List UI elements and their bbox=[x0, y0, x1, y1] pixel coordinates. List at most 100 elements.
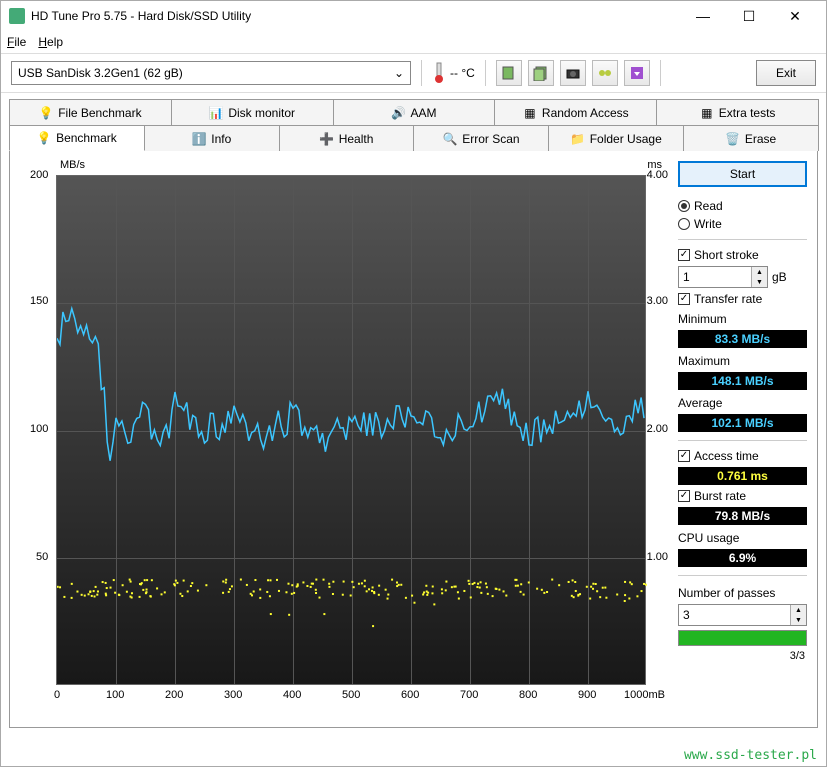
divider bbox=[485, 60, 486, 86]
short-stroke-unit: gB bbox=[772, 270, 787, 284]
chart-svg bbox=[57, 176, 647, 686]
spin-up-icon[interactable]: ▲ bbox=[790, 605, 806, 615]
x-tick: 800 bbox=[519, 689, 537, 701]
average-label: Average bbox=[678, 396, 807, 410]
copy-info-button[interactable] bbox=[496, 60, 522, 86]
x-tick: 400 bbox=[283, 689, 301, 701]
tabs-area: 💡File Benchmark 📊Disk monitor 🔊AAM ▦Rand… bbox=[1, 93, 826, 151]
x-tick: 700 bbox=[460, 689, 478, 701]
toolbar: USB SanDisk 3.2Gen1 (62 gB) ⌄ -- °C Exit bbox=[1, 53, 826, 93]
y-tick-right: 3.00 bbox=[647, 295, 668, 307]
health-icon: ➕ bbox=[320, 132, 334, 146]
tab-erase[interactable]: 🗑️Erase bbox=[683, 125, 819, 151]
titlebar: HD Tune Pro 5.75 - Hard Disk/SSD Utility… bbox=[1, 1, 826, 31]
tab-random-access[interactable]: ▦Random Access bbox=[494, 99, 657, 125]
checkbox-icon: ✓ bbox=[678, 249, 690, 261]
radio-icon bbox=[678, 200, 690, 212]
tab-benchmark[interactable]: 💡Benchmark bbox=[9, 125, 145, 151]
read-radio[interactable]: Read bbox=[678, 199, 807, 213]
maximize-button[interactable]: ☐ bbox=[726, 1, 772, 31]
progress-bar bbox=[678, 630, 807, 646]
burst-rate-checkbox[interactable]: ✓Burst rate bbox=[678, 489, 807, 503]
x-tick: 900 bbox=[578, 689, 596, 701]
cpu-usage-value: 6.9% bbox=[678, 549, 807, 567]
tab-health[interactable]: ➕Health bbox=[279, 125, 415, 151]
num-passes-label: Number of passes bbox=[678, 586, 807, 600]
monitor-icon: 📊 bbox=[209, 106, 223, 120]
spin-down-icon[interactable]: ▼ bbox=[790, 615, 806, 625]
close-button[interactable]: ✕ bbox=[772, 1, 818, 31]
content-area: MB/s ms 200 150 100 50 4.00 3.00 2.00 1.… bbox=[9, 151, 818, 728]
tab-disk-monitor[interactable]: 📊Disk monitor bbox=[171, 99, 334, 125]
save-screenshot-button[interactable] bbox=[560, 60, 586, 86]
y-tick-right: 2.00 bbox=[647, 423, 668, 435]
x-tick: 600 bbox=[401, 689, 419, 701]
tab-file-benchmark[interactable]: 💡File Benchmark bbox=[9, 99, 172, 125]
divider bbox=[660, 60, 661, 86]
y-tick-left: 100 bbox=[30, 423, 48, 435]
y-tick-left: 50 bbox=[36, 551, 48, 563]
spin-down-icon[interactable]: ▼ bbox=[751, 277, 767, 287]
checkbox-icon: ✓ bbox=[678, 293, 690, 305]
num-passes-input[interactable]: 3▲▼ bbox=[678, 604, 807, 626]
access-time-checkbox[interactable]: ✓Access time bbox=[678, 449, 807, 463]
speaker-icon: 🔊 bbox=[391, 106, 405, 120]
scan-icon: 🔍 bbox=[443, 132, 457, 146]
thermometer-icon bbox=[432, 62, 446, 84]
tab-info[interactable]: ℹ️Info bbox=[144, 125, 280, 151]
divider bbox=[421, 60, 422, 86]
side-panel: Start Read Write ✓Short stroke 1▲▼ gB ✓T… bbox=[668, 161, 807, 721]
radio-icon bbox=[678, 218, 690, 230]
save-button[interactable] bbox=[624, 60, 650, 86]
window-title: HD Tune Pro 5.75 - Hard Disk/SSD Utility bbox=[31, 9, 680, 23]
tab-extra-tests[interactable]: ▦Extra tests bbox=[656, 99, 819, 125]
chevron-down-icon: ⌄ bbox=[394, 66, 404, 80]
tab-row-bottom: 💡Benchmark ℹ️Info ➕Health 🔍Error Scan 📁F… bbox=[9, 125, 818, 151]
random-icon: ▦ bbox=[523, 106, 537, 120]
checkbox-icon: ✓ bbox=[678, 490, 690, 502]
tab-error-scan[interactable]: 🔍Error Scan bbox=[413, 125, 549, 151]
options-button[interactable] bbox=[592, 60, 618, 86]
y-tick-right: 4.00 bbox=[647, 169, 668, 181]
chart-area: MB/s ms 200 150 100 50 4.00 3.00 2.00 1.… bbox=[20, 161, 668, 721]
tab-row-top: 💡File Benchmark 📊Disk monitor 🔊AAM ▦Rand… bbox=[9, 99, 818, 125]
short-stroke-checkbox[interactable]: ✓Short stroke bbox=[678, 248, 807, 262]
temperature-value: -- °C bbox=[450, 66, 475, 80]
menu-help[interactable]: Help bbox=[38, 35, 63, 49]
folder-icon: 📁 bbox=[571, 132, 585, 146]
extra-icon: ▦ bbox=[700, 106, 714, 120]
drive-selector[interactable]: USB SanDisk 3.2Gen1 (62 gB) ⌄ bbox=[11, 61, 411, 85]
progress-text: 3/3 bbox=[678, 650, 807, 662]
tab-folder-usage[interactable]: 📁Folder Usage bbox=[548, 125, 684, 151]
transfer-rate-checkbox[interactable]: ✓Transfer rate bbox=[678, 292, 807, 306]
burst-rate-value: 79.8 MB/s bbox=[678, 507, 807, 525]
app-icon bbox=[9, 8, 25, 24]
access-time-value: 0.761 ms bbox=[678, 467, 807, 485]
window-controls: — ☐ ✕ bbox=[680, 1, 818, 31]
exit-button[interactable]: Exit bbox=[756, 60, 816, 86]
tab-aam[interactable]: 🔊AAM bbox=[333, 99, 496, 125]
x-tick: 0 bbox=[54, 689, 60, 701]
start-button[interactable]: Start bbox=[678, 161, 807, 187]
erase-icon: 🗑️ bbox=[726, 132, 740, 146]
drive-selector-value: USB SanDisk 3.2Gen1 (62 gB) bbox=[18, 66, 183, 80]
info-icon: ℹ️ bbox=[192, 132, 206, 146]
menubar: File Help bbox=[1, 31, 826, 53]
y-tick-left: 150 bbox=[30, 295, 48, 307]
y-axis-left-unit: MB/s bbox=[60, 159, 85, 171]
spin-up-icon[interactable]: ▲ bbox=[751, 267, 767, 277]
minimum-value: 83.3 MB/s bbox=[678, 330, 807, 348]
minimize-button[interactable]: — bbox=[680, 1, 726, 31]
watermark: www.ssd-tester.pl bbox=[684, 748, 817, 763]
maximum-label: Maximum bbox=[678, 354, 807, 368]
chart-canvas bbox=[56, 175, 646, 685]
average-value: 102.1 MB/s bbox=[678, 414, 807, 432]
file-benchmark-icon: 💡 bbox=[39, 106, 53, 120]
y-tick-left: 200 bbox=[30, 169, 48, 181]
menu-file[interactable]: File bbox=[7, 35, 26, 49]
minimum-label: Minimum bbox=[678, 312, 807, 326]
copy-screenshot-button[interactable] bbox=[528, 60, 554, 86]
write-radio[interactable]: Write bbox=[678, 217, 807, 231]
benchmark-icon: 💡 bbox=[37, 131, 51, 145]
short-stroke-input[interactable]: 1▲▼ bbox=[678, 266, 768, 288]
